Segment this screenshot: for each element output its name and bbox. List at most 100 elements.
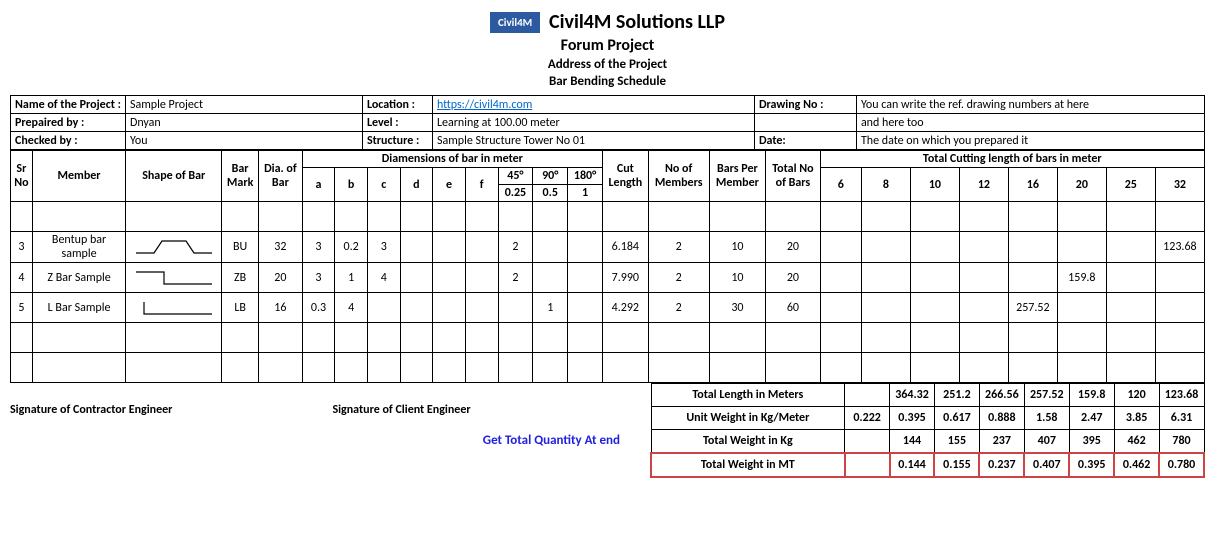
- col-45: 45°: [498, 168, 533, 185]
- cell-s32: [1155, 263, 1204, 293]
- col-e: e: [433, 168, 466, 202]
- cell-c: [367, 293, 400, 323]
- name-label: Name of the Project :: [11, 96, 126, 114]
- col-cut: Cut Length: [602, 151, 648, 202]
- cell-s6: [820, 293, 861, 323]
- cell-s12: [959, 263, 1008, 293]
- doc-header: Civil4M Civil4M Solutions LLP Forum Proj…: [10, 10, 1205, 89]
- col-b: b: [335, 168, 368, 202]
- col-s20: 20: [1057, 168, 1106, 202]
- cell-bar_mark: BU: [222, 232, 259, 263]
- cell-d: [400, 232, 433, 263]
- cell-shape: [126, 293, 222, 323]
- cell-b: 1: [335, 263, 368, 293]
- col-shape: Shape of Bar: [126, 151, 222, 202]
- col-d: d: [400, 168, 433, 202]
- cell-shape: [126, 263, 222, 293]
- cell-e: [433, 263, 466, 293]
- cell-d45: 2: [498, 263, 533, 293]
- col-s10: 10: [910, 168, 959, 202]
- unit-weight-label: Unit Weight in Kg/Meter: [651, 407, 845, 430]
- cell-total_bars: 20: [766, 232, 820, 263]
- row-weight-kg: Total Weight in Kg 144 155 237 407 395 4…: [651, 430, 1204, 454]
- cell-s20: [1057, 232, 1106, 263]
- cell-s6: [820, 263, 861, 293]
- cell-b: 4: [335, 293, 368, 323]
- cell-member: Bentup bar sample: [32, 232, 126, 263]
- date-label: Date:: [754, 132, 856, 150]
- col-s25: 25: [1106, 168, 1155, 202]
- cell-cut: 7.990: [602, 263, 648, 293]
- cell-total_bars: 20: [766, 263, 820, 293]
- cell-sr: 3: [11, 232, 33, 263]
- col-sr: Sr No: [11, 151, 33, 202]
- cell-s12: [959, 293, 1008, 323]
- cell-s25: [1106, 263, 1155, 293]
- cell-f: [465, 293, 498, 323]
- info-table: Name of the Project : Sample Project Loc…: [10, 95, 1205, 150]
- cell-s10: [910, 232, 959, 263]
- cell-bars_per: 30: [709, 293, 766, 323]
- cell-s10: [910, 263, 959, 293]
- col-s12: 12: [959, 168, 1008, 202]
- cell-s6: [820, 232, 861, 263]
- cell-c: 3: [367, 232, 400, 263]
- date-value: The date on which you prepared it: [856, 132, 1204, 150]
- cell-dia: 20: [259, 263, 303, 293]
- col-s6: 6: [820, 168, 861, 202]
- drawing-label: Drawing No :: [754, 96, 856, 114]
- cell-bar_mark: ZB: [222, 263, 259, 293]
- table-row: 4Z Bar SampleZB2031427.99021020159.8: [11, 263, 1205, 293]
- table-row: 5L Bar SampleLB160.3414.29223060257.52: [11, 293, 1205, 323]
- cell-s10: [910, 293, 959, 323]
- cell-s32: [1155, 293, 1204, 323]
- project-address: Address of the Project: [10, 57, 1205, 72]
- row-total-length: Total Length in Meters 364.32 251.2 266.…: [651, 384, 1204, 407]
- cell-s12: [959, 232, 1008, 263]
- cell-cut: 4.292: [602, 293, 648, 323]
- struct-value: Sample Structure Tower No 01: [432, 132, 754, 150]
- cell-f: [465, 263, 498, 293]
- level-label: Level :: [362, 114, 432, 132]
- cell-s8: [861, 293, 910, 323]
- cell-no_members: 2: [648, 232, 709, 263]
- company-name: Civil4M Solutions LLP: [549, 10, 725, 34]
- cell-e: [433, 232, 466, 263]
- cell-d180: [568, 263, 603, 293]
- cell-bar_mark: LB: [222, 293, 259, 323]
- cell-s8: [861, 232, 910, 263]
- cell-dia: 16: [259, 293, 303, 323]
- col-totalbars: Total No of Bars: [766, 151, 820, 202]
- prep-label: Prepaired by :: [11, 114, 126, 132]
- col-dim-group: Diamensions of bar in meter: [302, 151, 602, 168]
- cell-s16: [1008, 263, 1057, 293]
- col-f: f: [465, 168, 498, 202]
- prep-value: Dnyan: [125, 114, 362, 132]
- logo: Civil4M: [490, 12, 540, 33]
- cell-sr: 5: [11, 293, 33, 323]
- cell-no_members: 2: [648, 293, 709, 323]
- cell-c: 4: [367, 263, 400, 293]
- cell-dia: 32: [259, 232, 303, 263]
- cell-d: [400, 293, 433, 323]
- annotation: Get Total Quantity At end: [10, 433, 630, 448]
- cell-cut: 6.184: [602, 232, 648, 263]
- col-barsper: Bars Per Member: [709, 151, 766, 202]
- cell-f: [465, 232, 498, 263]
- total-length-label: Total Length in Meters: [651, 384, 845, 407]
- col-c: c: [367, 168, 400, 202]
- cell-d90: 1: [533, 293, 568, 323]
- col-dia: Dia. of Bar: [259, 151, 303, 202]
- cell-s25: [1106, 232, 1155, 263]
- sig-contractor: Signature of Contractor Engineer: [10, 403, 172, 417]
- col-barmark: Bar Mark: [222, 151, 259, 202]
- location-value[interactable]: https://civil4m.com: [432, 96, 754, 114]
- cell-no_members: 2: [648, 263, 709, 293]
- col-nomembers: No of Members: [648, 151, 709, 202]
- drawing-value2: and here too: [856, 114, 1204, 132]
- project-title: Forum Project: [10, 36, 1205, 55]
- cell-d90: [533, 232, 568, 263]
- col-45v: 0.25: [498, 185, 533, 202]
- col-180: 180°: [568, 168, 603, 185]
- cell-e: [433, 293, 466, 323]
